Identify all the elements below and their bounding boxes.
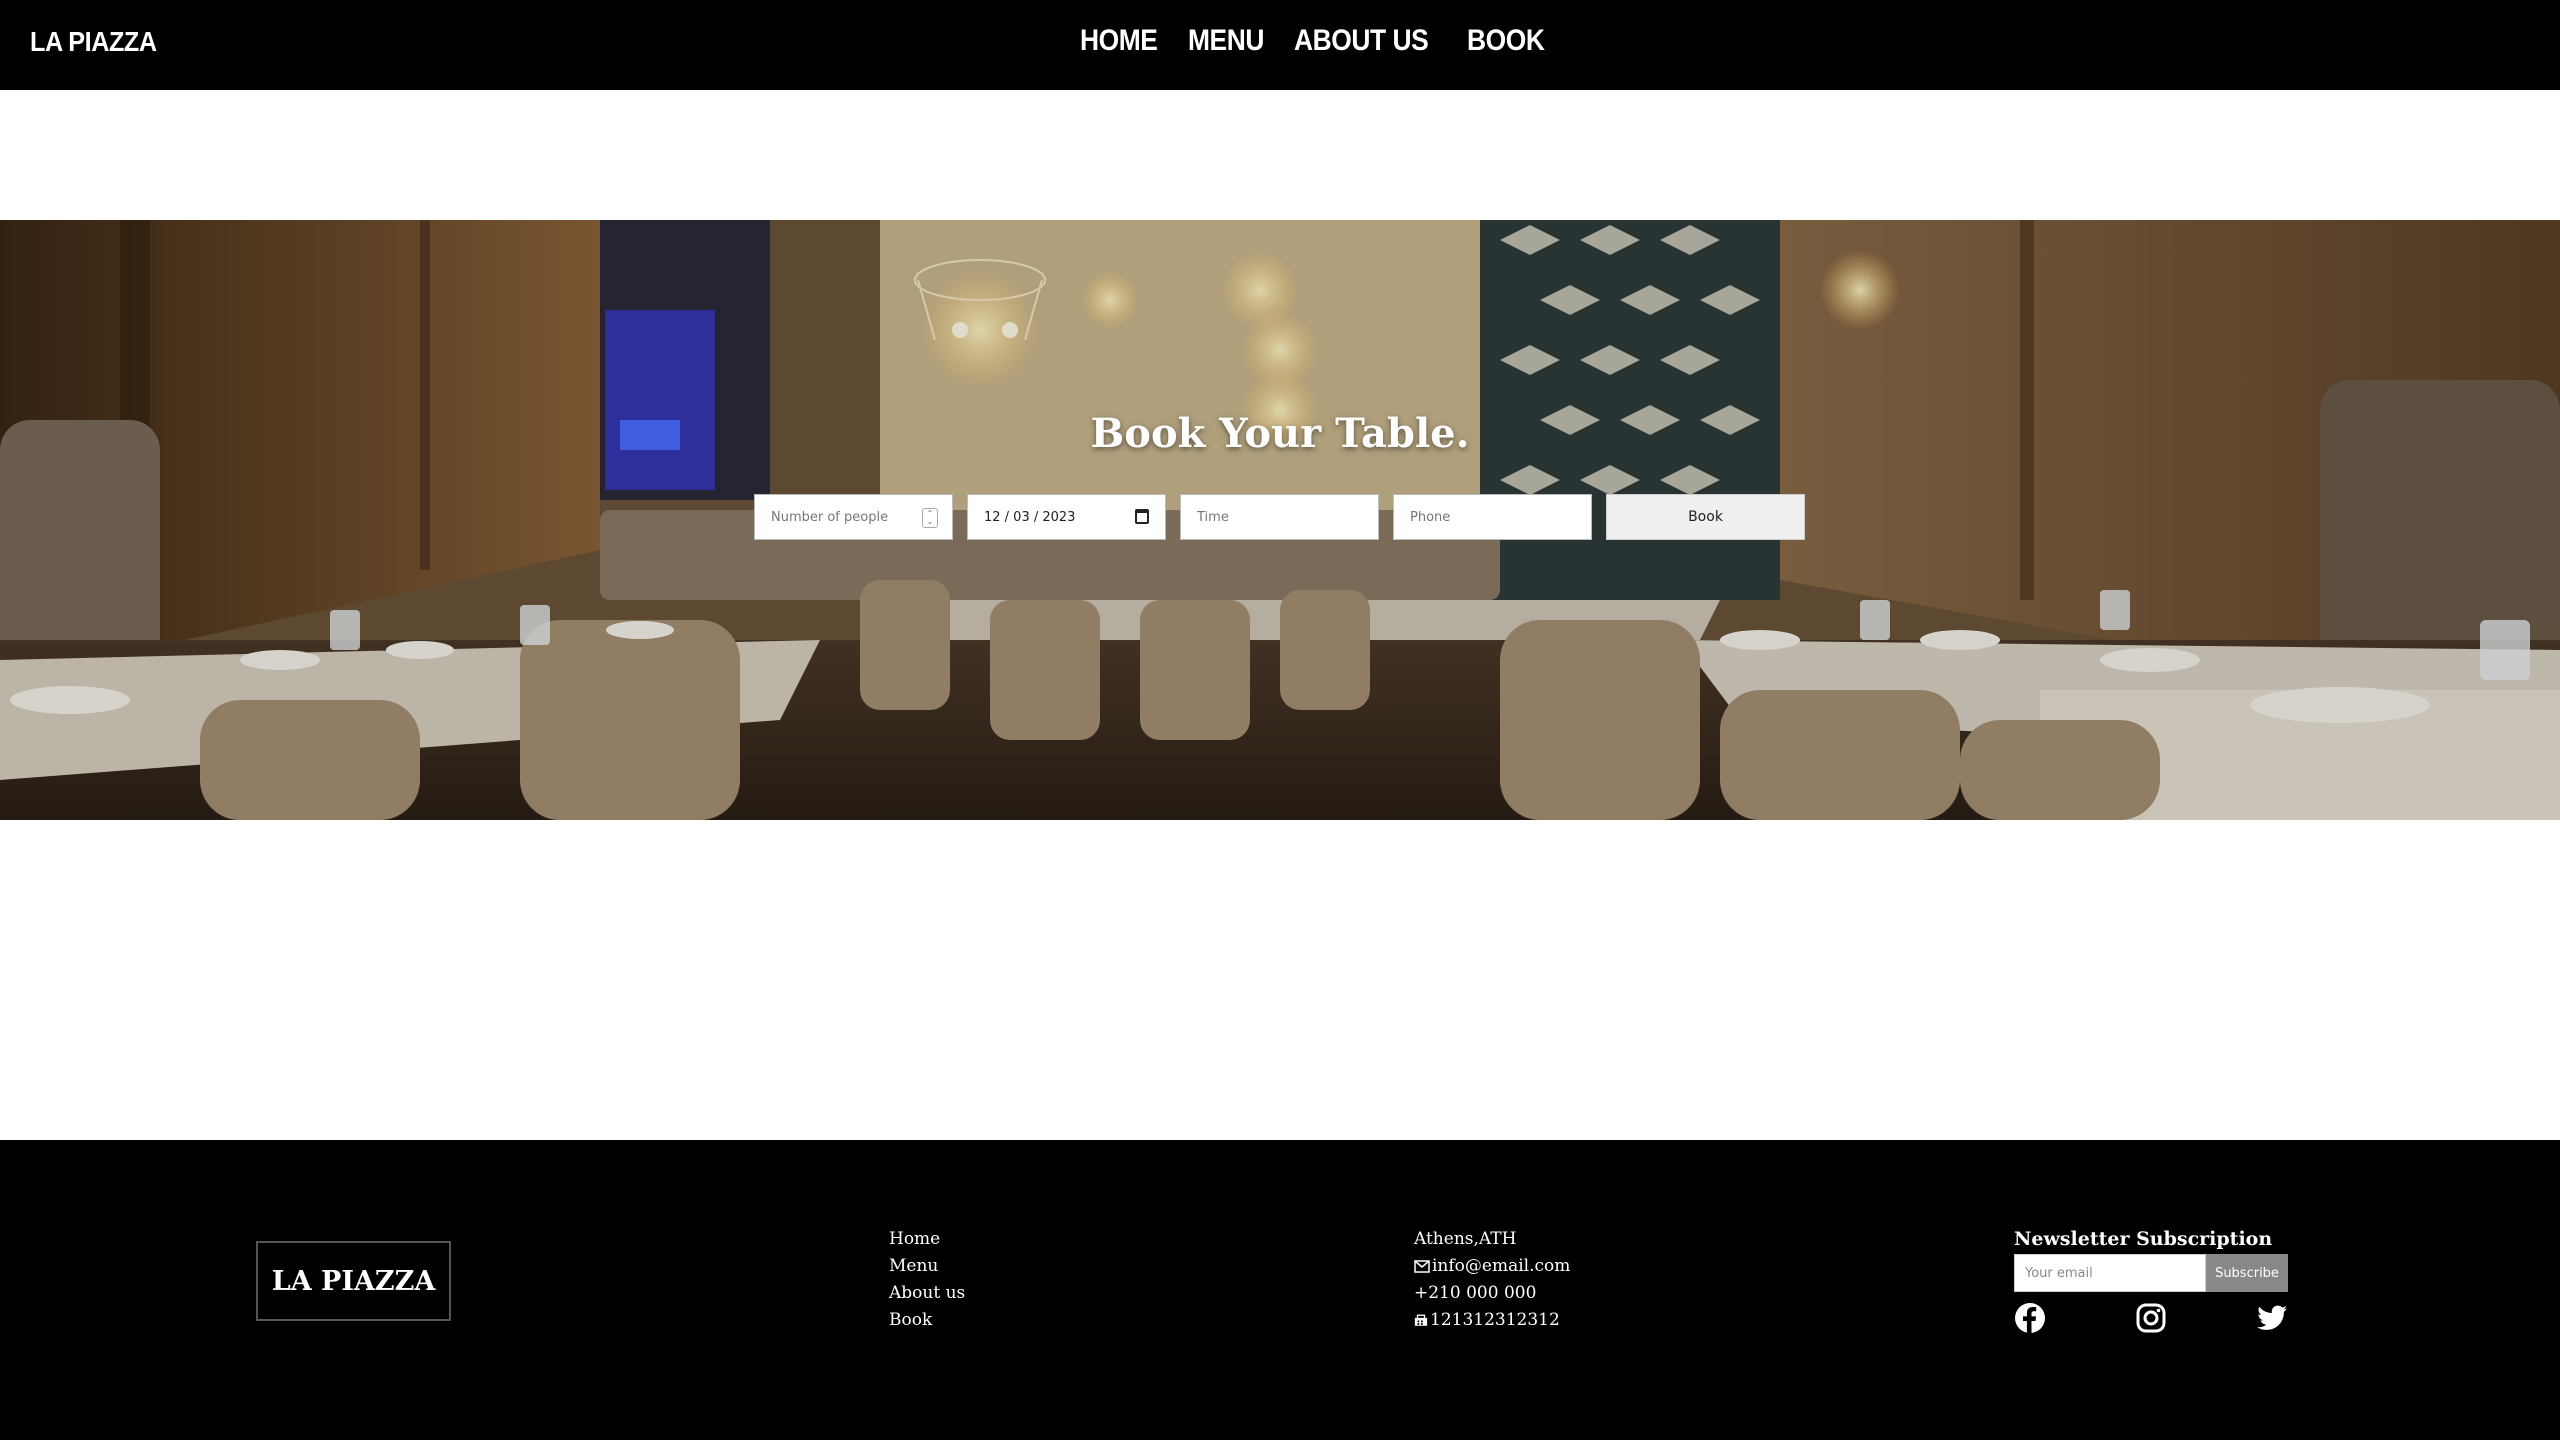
top-navbar: LA PIAZZA HOME MENU ABOUT US BOOK [0,0,2560,90]
booking-form: Number of people ⌃ ⌄ 12 / 03 / 2023 Time … [754,494,1805,540]
contact-fax-row: 121312312312 [1414,1307,1570,1334]
subscribe-button[interactable]: Subscribe [2206,1254,2288,1292]
calendar-icon[interactable] [1135,509,1149,524]
contact-phone: +210 000 000 [1414,1283,1537,1303]
number-of-people-placeholder: Number of people [771,509,889,525]
nav-link-home[interactable]: HOME [1080,24,1158,58]
newsletter-form: Your email Subscribe [2014,1254,2288,1292]
nav-links: HOME MENU ABOUT US BOOK [1080,24,1547,58]
contact-fax: 121312312312 [1430,1310,1560,1330]
time-input[interactable]: Time [1180,494,1379,540]
contact-address: Athens,ATH [1414,1229,1517,1249]
newsletter-section: Newsletter Subscription Your email Subsc… [2014,1228,2288,1334]
contact-email-row: info@email.com [1414,1253,1570,1280]
phone-input[interactable]: Phone [1393,494,1592,540]
date-input[interactable]: 12 / 03 / 2023 [967,494,1166,540]
footer-contact: Athens,ATH info@email.com +210 000 000 1… [1414,1226,1570,1334]
newsletter-title: Newsletter Subscription [2014,1228,2273,1250]
twitter-icon[interactable] [2256,1302,2288,1334]
date-value: 12 / 03 / 2023 [984,509,1076,525]
footer-link-about-us[interactable]: About us [889,1280,965,1307]
social-links [2014,1302,2288,1334]
nav-link-about-us[interactable]: ABOUT US [1294,24,1429,58]
number-of-people-input[interactable]: Number of people ⌃ ⌄ [754,494,953,540]
number-spinner-icon[interactable]: ⌃ ⌄ [922,508,938,528]
facebook-icon[interactable] [2014,1302,2046,1334]
newsletter-email-input[interactable]: Your email [2014,1254,2206,1292]
envelope-icon [1414,1260,1430,1273]
hero-section: Book Your Table. Number of people ⌃ ⌄ 12 … [0,220,2560,820]
phone-placeholder: Phone [1410,509,1451,525]
brand-logo[interactable]: LA PIAZZA [30,26,157,58]
footer-links: Home Menu About us Book [889,1226,965,1334]
footer-logo: LA PIAZZA [256,1241,451,1321]
fax-icon [1414,1314,1428,1326]
time-placeholder: Time [1197,509,1229,525]
footer-link-menu[interactable]: Menu [889,1253,965,1280]
book-button[interactable]: Book [1606,494,1805,540]
footer-link-home[interactable]: Home [889,1226,965,1253]
footer-link-book[interactable]: Book [889,1307,965,1334]
hero-title: Book Your Table. [1090,410,1470,457]
nav-link-menu[interactable]: MENU [1188,24,1264,58]
nav-link-book[interactable]: BOOK [1467,24,1545,58]
contact-email[interactable]: info@email.com [1432,1253,1570,1280]
footer: LA PIAZZA Home Menu About us Book Athens… [0,1140,2560,1440]
instagram-icon[interactable] [2135,1302,2167,1334]
